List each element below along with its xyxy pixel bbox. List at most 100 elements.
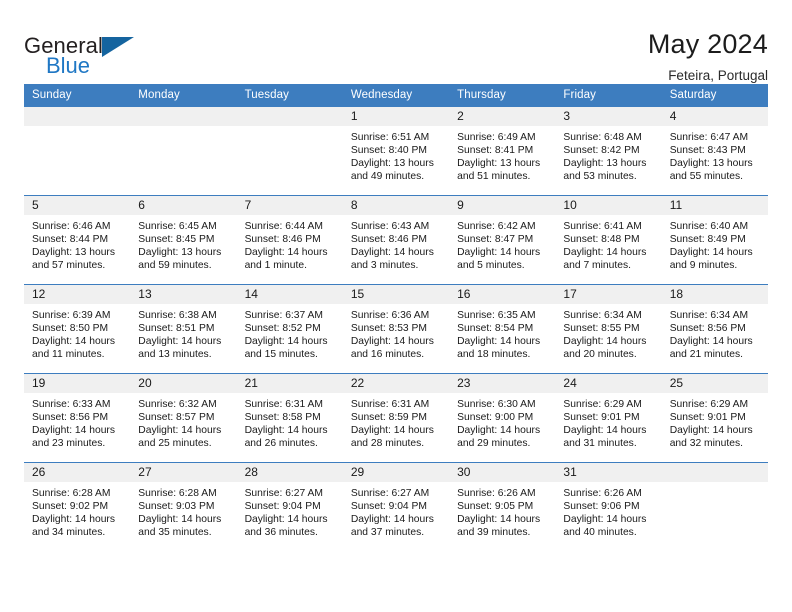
calendar-day-cell[interactable]: 21 Sunrise: 6:31 AM Sunset: 8:58 PM Dayligh… [236, 373, 343, 463]
day-number: 2 [449, 107, 556, 126]
sunset-text: Sunset: 9:06 PM [563, 501, 640, 513]
sunset-text: Sunset: 9:03 PM [138, 501, 215, 513]
sunset-text: Sunset: 8:53 PM [350, 323, 427, 335]
daylight-text: Daylight: 14 hours and 7 minutes. [563, 247, 647, 272]
calendar-day-cell[interactable]: 23 Sunrise: 6:30 AM Sunset: 9:00 PM Dayligh… [449, 373, 556, 463]
day-details: Sunrise: 6:48 AM Sunset: 8:42 PM Daylight:… [555, 126, 661, 183]
sunset-text: Sunset: 9:04 PM [350, 501, 427, 513]
calendar-day-cell[interactable]: 22 Sunrise: 6:31 AM Sunset: 8:59 PM Dayligh… [342, 373, 450, 463]
calendar-day-cell[interactable]: 19 Sunrise: 6:33 AM Sunset: 8:56 PM Dayligh… [24, 373, 131, 463]
calendar-day-cell[interactable]: 11 Sunrise: 6:40 AM Sunset: 8:49 PM Dayligh… [661, 195, 768, 285]
day-number: 14 [236, 285, 343, 304]
daylight-text: Daylight: 13 hours and 53 minutes. [563, 158, 647, 183]
sunrise-text: Sunrise: 6:38 AM [138, 310, 217, 321]
sunset-text: Sunset: 8:56 PM [32, 412, 109, 424]
day-number: 6 [130, 196, 237, 215]
daylight-text: Daylight: 14 hours and 34 minutes. [32, 514, 115, 539]
calendar-day-cell[interactable]: 25 Sunrise: 6:29 AM Sunset: 9:01 PM Dayligh… [661, 373, 768, 463]
calendar-table: Sunday Monday Tuesday Wednesday Thursday… [24, 84, 768, 552]
day-number: 13 [130, 285, 237, 304]
calendar-day-cell[interactable]: 20 Sunrise: 6:32 AM Sunset: 8:57 PM Dayligh… [130, 373, 237, 463]
calendar-day-cell[interactable]: 13 Sunrise: 6:38 AM Sunset: 8:51 PM Dayligh… [130, 284, 237, 374]
sunrise-text: Sunrise: 6:37 AM [244, 310, 323, 321]
calendar-header-row: Sunday Monday Tuesday Wednesday Thursday… [24, 84, 768, 107]
daylight-text: Daylight: 14 hours and 13 minutes. [138, 336, 222, 361]
daylight-text: Daylight: 13 hours and 51 minutes. [457, 158, 541, 183]
daylight-text: Daylight: 13 hours and 55 minutes. [669, 158, 753, 183]
sunrise-text: Sunrise: 6:26 AM [457, 488, 536, 499]
sunrise-text: Sunrise: 6:36 AM [350, 310, 430, 321]
sunset-text: Sunset: 8:50 PM [32, 323, 109, 335]
calendar-day-cell[interactable]: 6 Sunrise: 6:45 AM Sunset: 8:45 PM Daylight… [130, 195, 237, 285]
sunrise-text: Sunrise: 6:34 AM [563, 310, 642, 321]
sunrise-text: Sunrise: 6:27 AM [244, 488, 323, 499]
day-details: Sunrise: 6:27 AM Sunset: 9:04 PM Daylight:… [343, 482, 449, 539]
calendar-day-cell[interactable]: 30 Sunrise: 6:26 AM Sunset: 9:05 PM Dayligh… [449, 462, 556, 552]
day-details: Sunrise: 6:41 AM Sunset: 8:48 PM Daylight:… [555, 215, 661, 272]
sunrise-text: Sunrise: 6:51 AM [350, 132, 430, 143]
day-number: 21 [236, 374, 343, 393]
sunset-text: Sunset: 8:46 PM [244, 234, 321, 246]
day-number: 8 [342, 196, 450, 215]
day-details: Sunrise: 6:34 AM Sunset: 8:56 PM Daylight:… [662, 304, 768, 361]
calendar-day-cell[interactable]: 26 Sunrise: 6:28 AM Sunset: 9:02 PM Dayligh… [24, 462, 131, 552]
general-blue-logo[interactable]: General Blue [24, 28, 139, 77]
calendar-day-cell[interactable]: 2 Sunrise: 6:49 AM Sunset: 8:41 PM Daylight… [449, 106, 556, 196]
calendar-day-cell[interactable]: 3 Sunrise: 6:48 AM Sunset: 8:42 PM Daylight… [555, 106, 662, 196]
day-number: 16 [449, 285, 556, 304]
day-number: 29 [342, 463, 450, 482]
calendar-day-cell[interactable]: 27 Sunrise: 6:28 AM Sunset: 9:03 PM Dayligh… [130, 462, 237, 552]
calendar-day-cell[interactable]: 18 Sunrise: 6:34 AM Sunset: 8:56 PM Dayligh… [661, 284, 768, 374]
sunset-text: Sunset: 8:54 PM [457, 323, 534, 335]
sunrise-text: Sunrise: 6:43 AM [350, 221, 430, 232]
calendar-day-cell[interactable]: 28 Sunrise: 6:27 AM Sunset: 9:04 PM Dayligh… [236, 462, 343, 552]
day-number: 28 [236, 463, 343, 482]
day-details: Sunrise: 6:44 AM Sunset: 8:46 PM Daylight:… [237, 215, 343, 272]
sunrise-text: Sunrise: 6:32 AM [138, 399, 217, 410]
calendar-day-cell[interactable]: 1 Sunrise: 6:51 AM Sunset: 8:40 PM Daylight… [342, 106, 450, 196]
day-details: Sunrise: 6:39 AM Sunset: 8:50 PM Daylight:… [24, 304, 130, 361]
sunrise-text: Sunrise: 6:39 AM [32, 310, 111, 321]
calendar-day-cell[interactable]: 4 Sunrise: 6:47 AM Sunset: 8:43 PM Daylight… [661, 106, 768, 196]
day-number [24, 107, 131, 126]
sunset-text: Sunset: 8:47 PM [457, 234, 534, 246]
sunset-text: Sunset: 8:42 PM [563, 145, 640, 157]
page-subtitle: Feteira, Portugal [668, 68, 768, 83]
calendar-day-cell[interactable]: 16 Sunrise: 6:35 AM Sunset: 8:54 PM Dayligh… [449, 284, 556, 374]
sunrise-text: Sunrise: 6:41 AM [563, 221, 642, 232]
calendar-day-cell[interactable]: 9 Sunrise: 6:42 AM Sunset: 8:47 PM Daylight… [449, 195, 556, 285]
day-details: Sunrise: 6:26 AM Sunset: 9:05 PM Daylight:… [449, 482, 555, 539]
calendar-day-cell[interactable]: 12 Sunrise: 6:39 AM Sunset: 8:50 PM Dayligh… [24, 284, 131, 374]
sunset-text: Sunset: 8:58 PM [244, 412, 321, 424]
calendar-day-cell[interactable]: 14 Sunrise: 6:37 AM Sunset: 8:52 PM Dayligh… [236, 284, 343, 374]
daylight-text: Daylight: 14 hours and 32 minutes. [669, 425, 753, 450]
weekday-header-wednesday: Wednesday [342, 84, 450, 107]
calendar-day-cell[interactable]: 15 Sunrise: 6:36 AM Sunset: 8:53 PM Dayligh… [342, 284, 450, 374]
daylight-text: Daylight: 14 hours and 31 minutes. [563, 425, 647, 450]
day-details: Sunrise: 6:28 AM Sunset: 9:03 PM Daylight:… [130, 482, 236, 539]
day-details: Sunrise: 6:26 AM Sunset: 9:06 PM Daylight:… [555, 482, 661, 539]
day-details: Sunrise: 6:40 AM Sunset: 8:49 PM Daylight:… [662, 215, 768, 272]
calendar-day-cell[interactable]: 29 Sunrise: 6:27 AM Sunset: 9:04 PM Dayligh… [342, 462, 450, 552]
day-number: 19 [24, 374, 131, 393]
calendar-day-cell[interactable]: 8 Sunrise: 6:43 AM Sunset: 8:46 PM Daylight… [342, 195, 450, 285]
day-number: 27 [130, 463, 237, 482]
calendar-day-cell[interactable]: 7 Sunrise: 6:44 AM Sunset: 8:46 PM Daylight… [236, 195, 343, 285]
day-details: Sunrise: 6:51 AM Sunset: 8:40 PM Daylight:… [343, 126, 449, 183]
sunset-text: Sunset: 8:46 PM [350, 234, 427, 246]
sunset-text: Sunset: 8:44 PM [32, 234, 109, 246]
calendar-day-cell[interactable]: 24 Sunrise: 6:29 AM Sunset: 9:01 PM Dayligh… [555, 373, 662, 463]
daylight-text: Daylight: 14 hours and 18 minutes. [457, 336, 541, 361]
calendar-day-cell-empty [130, 106, 237, 196]
sunrise-text: Sunrise: 6:46 AM [32, 221, 111, 232]
calendar-day-cell[interactable]: 5 Sunrise: 6:46 AM Sunset: 8:44 PM Daylight… [24, 195, 131, 285]
day-details: Sunrise: 6:29 AM Sunset: 9:01 PM Daylight:… [555, 393, 661, 450]
calendar-day-cell[interactable]: 31 Sunrise: 6:26 AM Sunset: 9:06 PM Dayligh… [555, 462, 662, 552]
sunrise-text: Sunrise: 6:28 AM [138, 488, 217, 499]
calendar-day-cell[interactable]: 10 Sunrise: 6:41 AM Sunset: 8:48 PM Dayligh… [555, 195, 662, 285]
sunset-text: Sunset: 8:55 PM [563, 323, 640, 335]
calendar-day-cell[interactable]: 17 Sunrise: 6:34 AM Sunset: 8:55 PM Dayligh… [555, 284, 662, 374]
weekday-header-monday: Monday [130, 84, 237, 107]
logo-text-blue: Blue [46, 53, 91, 78]
calendar-body: 1 Sunrise: 6:51 AM Sunset: 8:40 PM Daylight… [24, 106, 768, 552]
